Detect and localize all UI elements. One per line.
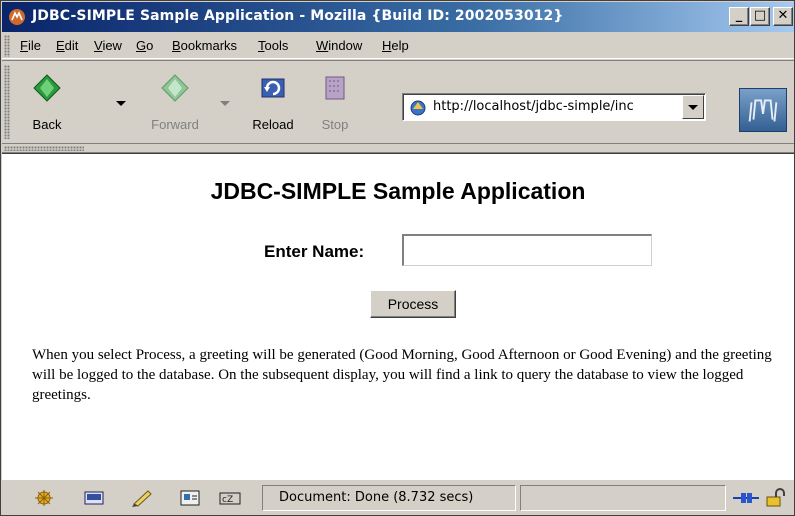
window-title: JDBC-SIMPLE Sample Application - Mozilla…	[32, 8, 564, 24]
menu-window[interactable]: Window	[316, 38, 362, 53]
menu-tools[interactable]: Tools	[258, 38, 288, 53]
back-dropdown-chevron-icon[interactable]	[116, 101, 126, 106]
menu-file[interactable]: File	[20, 38, 41, 53]
forward-label: Forward	[151, 117, 199, 132]
reload-button[interactable]: Reload	[246, 67, 300, 141]
stop-button[interactable]: Stop	[308, 67, 362, 141]
page-content: JDBC-SIMPLE Sample Application Enter Nam…	[2, 153, 794, 479]
navigator-icon[interactable]	[32, 488, 56, 508]
back-label: Back	[32, 117, 62, 132]
description-text: When you select Process, a greeting will…	[32, 347, 772, 403]
url-text[interactable]: http://localhost/jdbc-simple/inc	[433, 99, 673, 114]
back-button[interactable]: Back	[20, 67, 74, 141]
name-label: Enter Name:	[264, 242, 365, 261]
status-text: Document: Done (8.732 secs)	[262, 485, 516, 511]
status-bar: cZ Document: Done (8.732 secs)	[2, 479, 794, 515]
irc-chat-icon[interactable]: cZ	[218, 488, 242, 508]
forward-arrow-icon	[161, 74, 189, 102]
navigation-toolbar: Back Forward Reload Stop http://localhos…	[2, 60, 794, 144]
dropdown-arrow-icon	[688, 105, 698, 110]
reload-label: Reload	[252, 117, 294, 132]
maximize-button[interactable]: □	[750, 7, 770, 26]
menu-view[interactable]: View	[94, 38, 122, 53]
composer-icon[interactable]	[130, 488, 154, 508]
padlock-open-icon[interactable]	[764, 488, 788, 508]
url-field[interactable]: http://localhost/jdbc-simple/inc	[402, 93, 706, 121]
forward-button[interactable]: Forward	[140, 67, 210, 141]
name-input[interactable]	[402, 234, 652, 266]
title-bar[interactable]: JDBC-SIMPLE Sample Application - Mozilla…	[2, 2, 794, 32]
menu-edit[interactable]: Edit	[56, 38, 78, 53]
minimize-button[interactable]: _	[729, 7, 749, 26]
stop-icon	[325, 76, 345, 100]
collapsed-toolbar-grip[interactable]	[4, 146, 84, 151]
online-plug-icon[interactable]	[732, 488, 760, 508]
page-proxy-icon[interactable]	[409, 99, 427, 117]
process-button[interactable]: Process	[370, 290, 456, 318]
menu-help[interactable]: Help	[382, 38, 409, 53]
progress-panel	[520, 485, 726, 511]
close-button[interactable]: ✕	[773, 7, 793, 26]
mozilla-app-icon[interactable]	[8, 8, 26, 26]
mozilla-throbber-icon[interactable]	[739, 88, 787, 132]
back-arrow-icon	[33, 74, 61, 102]
addressbook-icon[interactable]	[178, 488, 202, 508]
mail-icon[interactable]	[82, 488, 106, 508]
menu-go[interactable]: Go	[136, 38, 153, 53]
svg-text:cZ: cZ	[222, 495, 233, 505]
url-history-dropdown[interactable]	[682, 95, 704, 119]
stop-label: Stop	[321, 117, 349, 132]
page-heading: JDBC-SIMPLE Sample Application	[210, 178, 586, 204]
menu-bar: File Edit View Go Bookmarks Tools Window…	[2, 33, 794, 59]
forward-dropdown-chevron-icon[interactable]	[220, 101, 230, 106]
menu-grip-handle[interactable]	[4, 35, 10, 57]
reload-icon	[261, 78, 285, 98]
toolbar-grip-handle[interactable]	[4, 65, 10, 139]
browser-window: JDBC-SIMPLE Sample Application - Mozilla…	[0, 0, 795, 516]
menu-bookmarks[interactable]: Bookmarks	[172, 38, 237, 53]
collapsed-toolbar-strip[interactable]	[2, 144, 794, 153]
